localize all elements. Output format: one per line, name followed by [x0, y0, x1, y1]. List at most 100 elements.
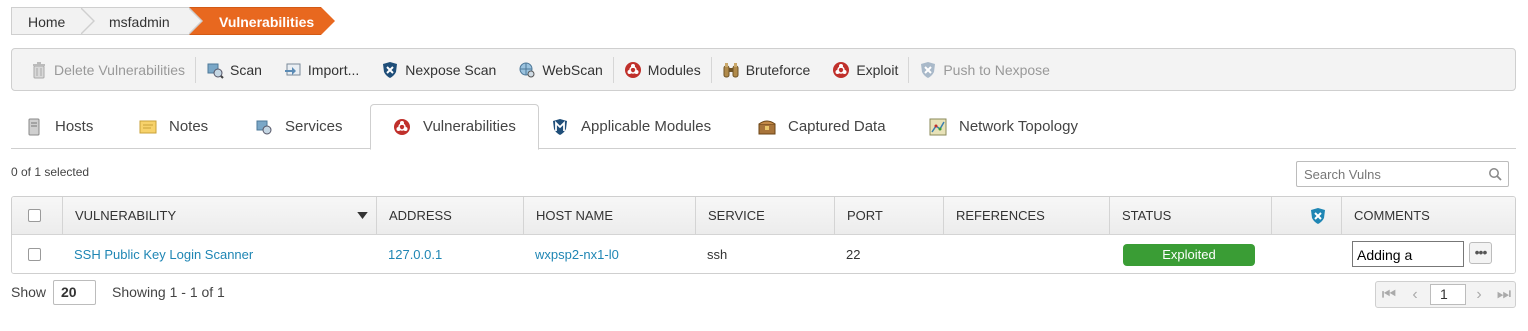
nexpose-shield-icon — [383, 61, 398, 78]
column-vulnerability-label: VULNERABILITY — [75, 208, 177, 223]
bruteforce-button[interactable]: Bruteforce — [722, 49, 811, 90]
port-cell: 22 — [846, 247, 861, 262]
delete-vulnerabilities-label: Delete Vulnerabilities — [54, 61, 185, 78]
showing-range: Showing 1 - 1 of 1 — [112, 284, 225, 300]
sort-desc-icon — [357, 212, 368, 219]
column-comments[interactable]: COMMENTS — [1341, 197, 1515, 235]
column-nexpose[interactable] — [1271, 197, 1341, 235]
toolbar-divider — [195, 56, 196, 83]
references-cell — [943, 235, 955, 273]
import-label: Import... — [307, 61, 360, 78]
tab-vulnerabilities[interactable]: Vulnerabilities — [370, 104, 539, 150]
scan-button[interactable]: Scan — [206, 49, 262, 90]
action-toolbar: Delete Vulnerabilities Scan Import... Ne… — [11, 48, 1516, 91]
biohazard-icon — [833, 61, 850, 78]
row-select-cell — [12, 235, 62, 273]
import-button[interactable]: Import... — [284, 49, 359, 90]
toolbar-divider — [612, 56, 614, 83]
column-port-label: PORT — [847, 208, 883, 223]
breadcrumb-home-label: Home — [28, 14, 66, 30]
column-status-label: STATUS — [1122, 208, 1172, 223]
chest-icon — [758, 120, 776, 134]
scan-label: Scan — [230, 61, 262, 78]
bruteforce-label: Bruteforce — [745, 61, 811, 78]
note-icon — [139, 120, 157, 133]
column-address[interactable]: ADDRESS — [376, 197, 523, 235]
biohazard-icon — [394, 119, 410, 135]
toolbar-divider — [908, 56, 910, 83]
table-row[interactable]: SSH Public Key Login Scanner 127.0.0.1 w… — [12, 235, 1515, 273]
search-input[interactable] — [1297, 162, 1477, 186]
breadcrumb-separator — [188, 7, 203, 35]
page-size-input[interactable]: 20 — [53, 280, 96, 305]
search-vulns-box — [1296, 161, 1509, 187]
column-references-label: REFERENCES — [956, 208, 1045, 223]
exploit-button[interactable]: Exploit — [832, 49, 898, 90]
last-page-icon[interactable]: ⏭ — [1495, 282, 1513, 307]
breadcrumb: Home msfadmin Vulnerabilities — [11, 7, 335, 35]
column-references[interactable]: REFERENCES — [943, 197, 1109, 235]
column-vulnerability[interactable]: VULNERABILITY — [62, 197, 376, 235]
status-badge: Exploited — [1123, 244, 1255, 266]
select-all-checkbox[interactable] — [28, 209, 41, 222]
first-page-icon[interactable]: ⏮ — [1380, 282, 1398, 307]
address-link[interactable]: 127.0.0.1 — [376, 235, 442, 273]
biohazard-icon — [624, 61, 641, 78]
tab-notes[interactable]: Notes — [139, 104, 208, 149]
nexpose-scan-button[interactable]: Nexpose Scan — [381, 49, 496, 90]
page-number-input[interactable]: 1 — [1430, 284, 1466, 305]
binoculars-icon — [723, 62, 739, 77]
breadcrumb-project[interactable]: msfadmin — [81, 7, 203, 35]
topology-icon — [929, 118, 947, 135]
column-host-name[interactable]: HOST NAME — [523, 197, 695, 235]
column-address-label: ADDRESS — [389, 208, 452, 223]
tab-vulnerabilities-label: Vulnerabilities — [423, 118, 516, 135]
services-icon — [256, 120, 272, 134]
push-to-nexpose-button[interactable]: Push to Nexpose — [919, 49, 1050, 90]
trash-icon — [33, 61, 45, 78]
delete-vulnerabilities-button[interactable]: Delete Vulnerabilities — [30, 49, 185, 90]
breadcrumb-home[interactable]: Home — [11, 7, 95, 35]
server-icon — [28, 118, 40, 135]
column-status[interactable]: STATUS — [1109, 197, 1271, 235]
webscan-icon — [519, 62, 535, 77]
column-service[interactable]: SERVICE — [695, 197, 834, 235]
metasploit-icon — [553, 118, 567, 135]
webscan-label: WebScan — [542, 61, 603, 78]
tab-captured-data-label: Captured Data — [788, 117, 886, 135]
tab-notes-label: Notes — [169, 117, 209, 135]
tab-applicable-modules[interactable]: Applicable Modules — [551, 104, 711, 149]
column-port[interactable]: PORT — [834, 197, 943, 235]
breadcrumb-project-label: msfadmin — [109, 14, 170, 30]
vulnerabilities-table: VULNERABILITY ADDRESS HOST NAME SERVICE … — [11, 196, 1516, 274]
comment-field[interactable]: Adding a — [1352, 241, 1464, 267]
nexpose-scan-label: Nexpose Scan — [405, 61, 497, 78]
more-options-button[interactable]: ••• — [1469, 242, 1492, 264]
vulnerability-link[interactable]: SSH Public Key Login Scanner — [62, 235, 253, 273]
prev-page-icon[interactable]: ‹ — [1406, 282, 1424, 307]
exploit-label: Exploit — [856, 61, 899, 78]
webscan-button[interactable]: WebScan — [518, 49, 603, 90]
tab-applicable-modules-label: Applicable Modules — [581, 117, 712, 135]
import-icon — [284, 63, 301, 75]
next-page-icon[interactable]: › — [1470, 282, 1488, 307]
nexpose-shield-icon — [921, 61, 936, 78]
tab-hosts[interactable]: Hosts — [25, 104, 93, 149]
tab-network-topology[interactable]: Network Topology — [929, 104, 1078, 149]
tab-captured-data[interactable]: Captured Data — [758, 104, 886, 149]
search-icon[interactable] — [1488, 167, 1502, 181]
push-to-nexpose-label: Push to Nexpose — [943, 61, 1050, 78]
column-comments-label: COMMENTS — [1354, 208, 1430, 223]
modules-button[interactable]: Modules — [624, 49, 701, 90]
section-tabs: Hosts Notes Services Vulnerabilities App… — [11, 104, 1516, 150]
selection-count: 0 of 1 selected — [11, 165, 90, 179]
show-label: Show — [11, 284, 47, 300]
row-checkbox[interactable] — [28, 248, 41, 261]
breadcrumb-separator — [80, 7, 95, 35]
toolbar-divider — [710, 56, 712, 83]
tab-services[interactable]: Services — [255, 104, 343, 149]
column-host-name-label: HOST NAME — [536, 208, 614, 223]
breadcrumb-current-label: Vulnerabilities — [219, 14, 315, 30]
host-name-link[interactable]: wxpsp2-nx1-l0 — [523, 235, 619, 273]
nexpose-shield-icon — [1311, 208, 1325, 224]
